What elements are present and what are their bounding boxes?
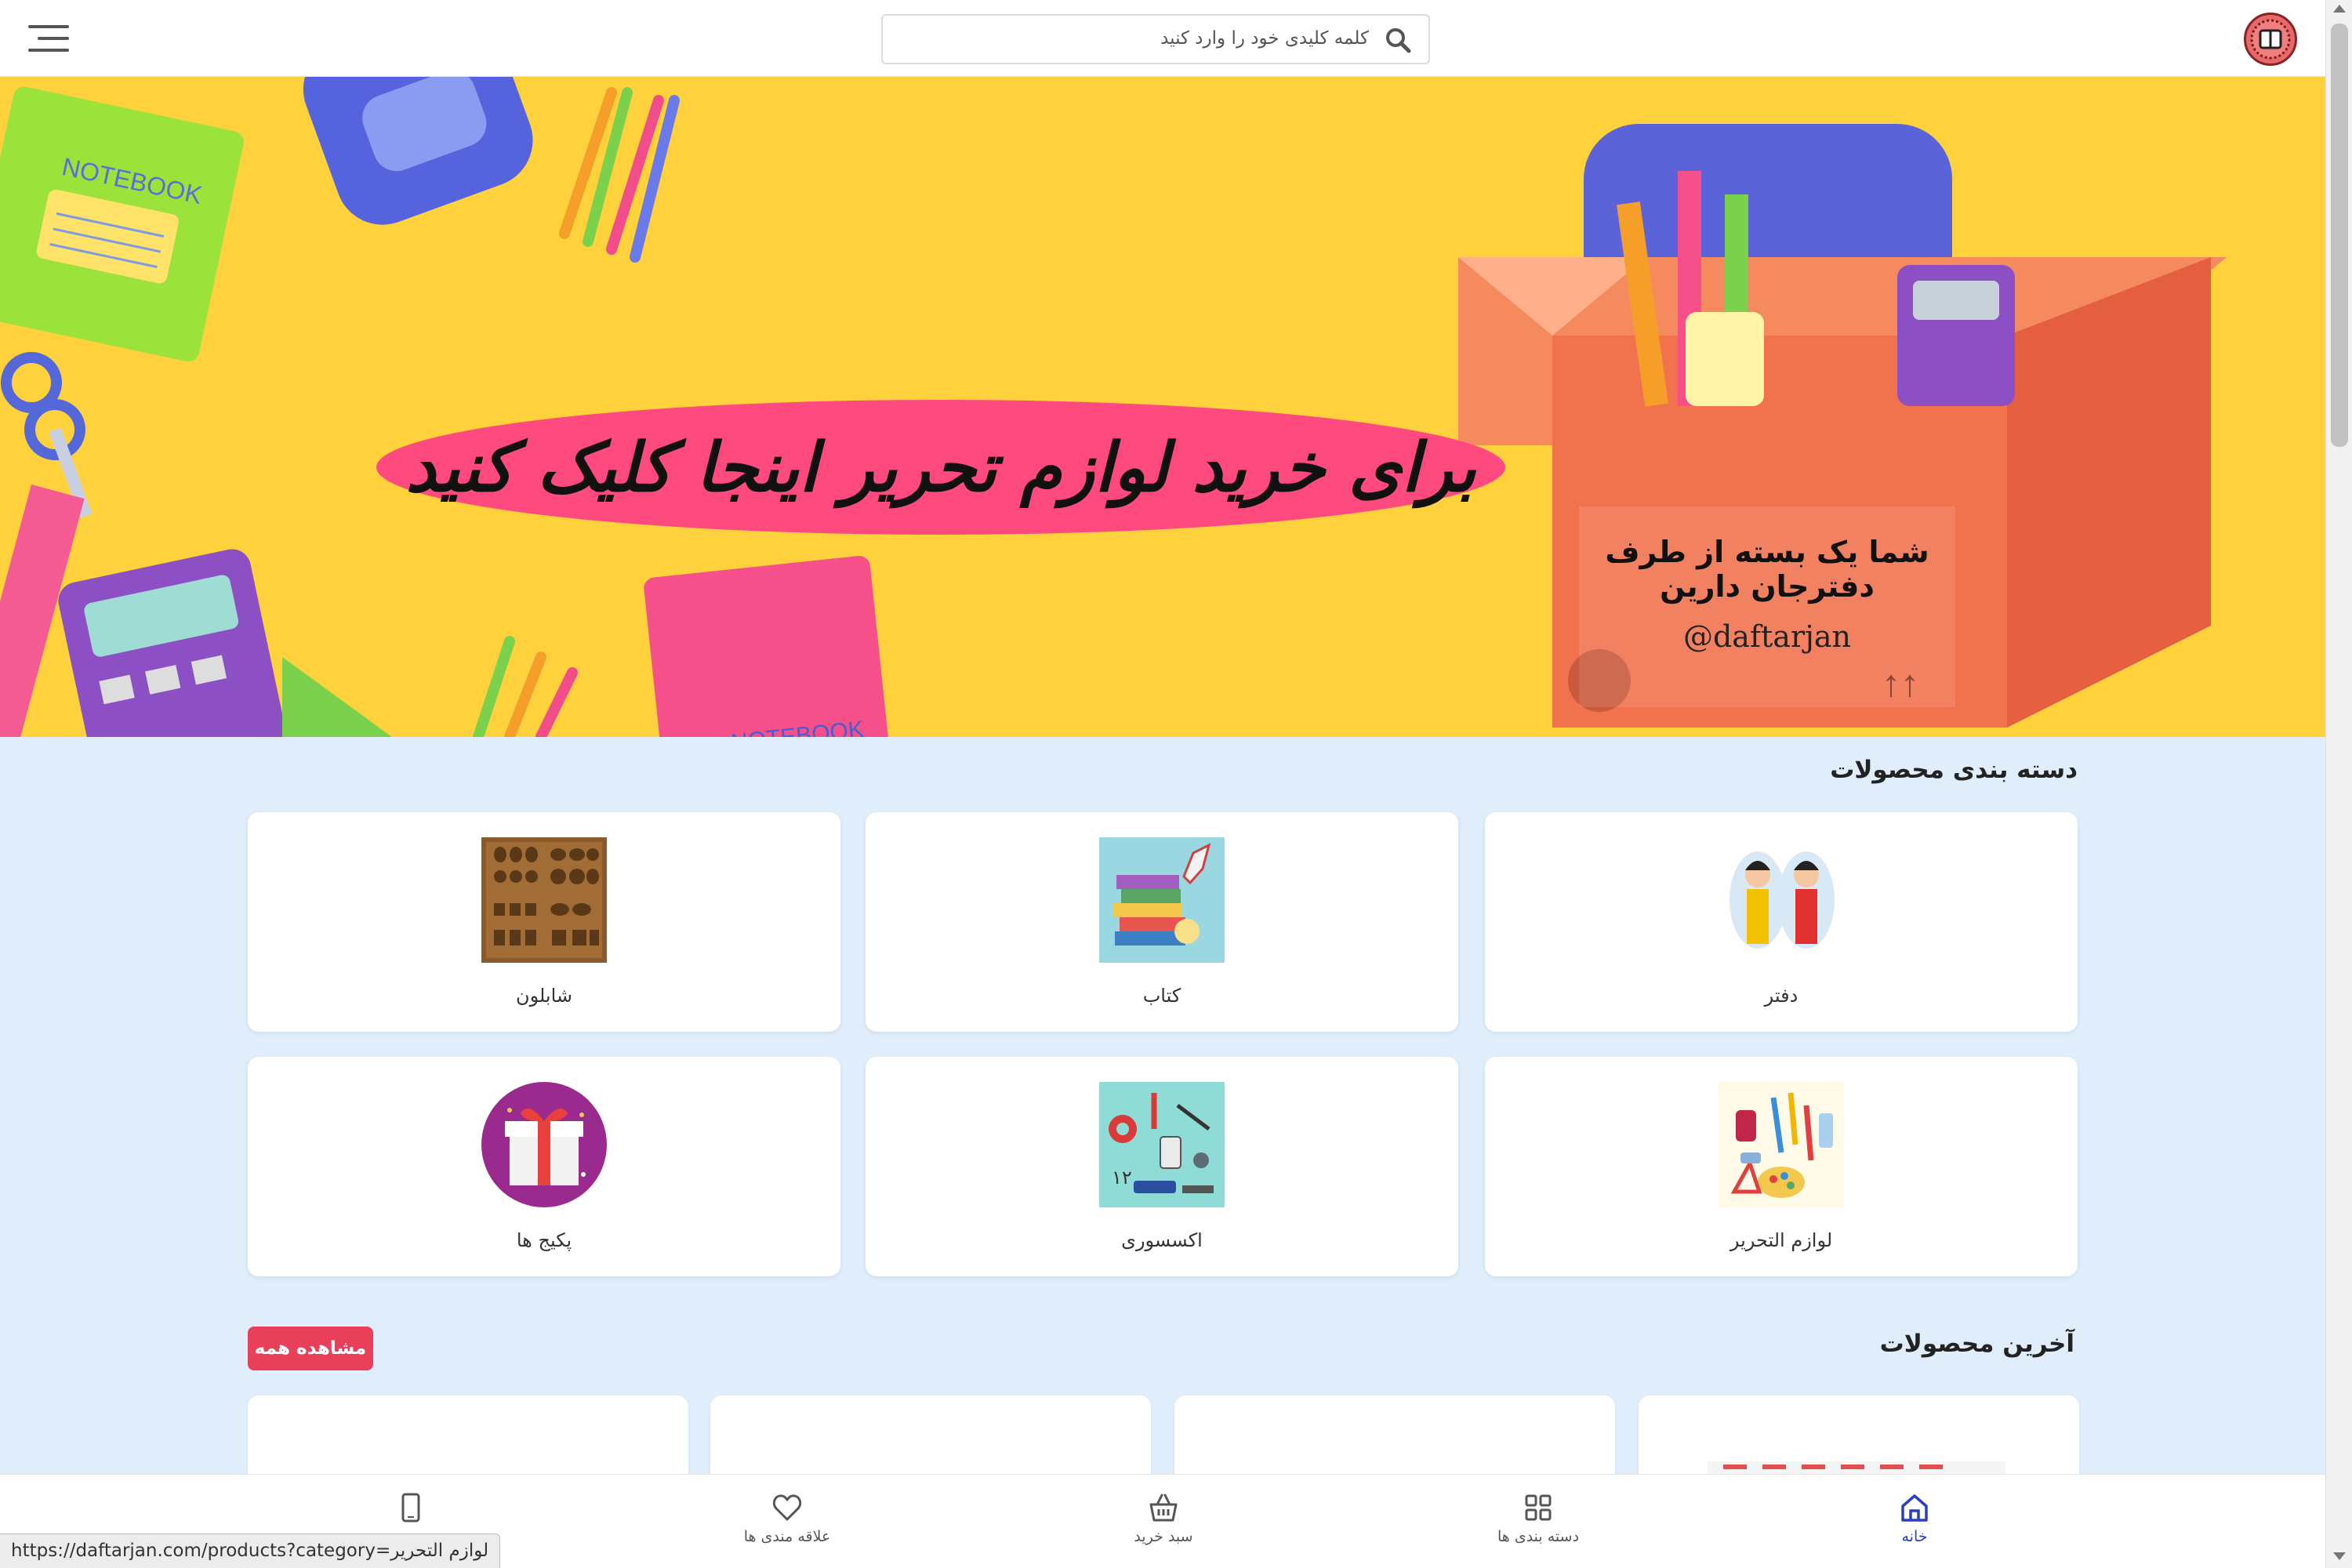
box-label: شما یک بسته از طرف دفترجان دارین @daftar… xyxy=(1579,506,1955,707)
search-placeholder: کلمه کلیدی خود را وارد کنید xyxy=(1160,28,1369,49)
home-icon xyxy=(1901,1494,1928,1522)
nav-home[interactable]: خانه xyxy=(1820,1492,2009,1555)
hamburger-icon[interactable] xyxy=(28,22,69,55)
basket-icon xyxy=(1149,1494,1178,1522)
search-icon[interactable] xyxy=(1385,27,1411,53)
phone-icon xyxy=(401,1493,420,1523)
gift-package-image xyxy=(481,1082,607,1207)
svg-text:۱۲: ۱۲ xyxy=(1112,1167,1132,1189)
latest-title: آخرین محصولات xyxy=(1879,1330,2074,1358)
categories-title: دسته بندی محصولات xyxy=(1830,756,2078,784)
category-card-packages[interactable]: پکیج ها xyxy=(248,1057,840,1276)
category-card-ketab[interactable]: کتاب xyxy=(866,812,1458,1032)
page-scrollbar[interactable] xyxy=(2325,0,2352,1568)
category-label: لوازم التحریر xyxy=(1730,1229,1833,1251)
cta-text[interactable]: برای خرید لوازم تحریر اینجا کلیک کنید xyxy=(376,400,1505,535)
grid-icon xyxy=(1525,1494,1552,1521)
notebook-kids-image xyxy=(1719,837,1844,963)
scroll-down-icon[interactable] xyxy=(2333,1552,2346,1560)
books-rocket-image xyxy=(1099,837,1225,963)
category-card-stationery[interactable]: لوازم التحریر xyxy=(1485,1057,2078,1276)
nav-label: علاقه مندی ها xyxy=(743,1528,831,1545)
heart-icon xyxy=(772,1494,802,1521)
category-card-daftar[interactable]: دفتر xyxy=(1485,812,2078,1032)
top-bar: کلمه کلیدی خود را وارد کنید xyxy=(0,0,2325,77)
stencil-image xyxy=(481,837,607,963)
accessories-image: ۱۲ xyxy=(1099,1082,1225,1207)
category-label: شابلون xyxy=(515,985,573,1007)
nav-label: سبد خرید xyxy=(1134,1528,1193,1545)
nav-categories[interactable]: دسته بندی ها xyxy=(1444,1492,1632,1555)
scrollbar-thumb[interactable] xyxy=(2331,24,2348,447)
box-line1: شما یک بسته از طرف دفترجان دارین xyxy=(1605,535,1929,604)
category-label: پکیج ها xyxy=(516,1229,572,1251)
category-card-shablon[interactable]: شابلون xyxy=(248,812,840,1032)
hero-banner[interactable]: NOTEBOOK NOTEBOOK ↑↑ برای خرید لوازم تحر… xyxy=(0,77,2325,737)
scroll-up-icon[interactable] xyxy=(2333,5,2346,13)
nav-cart[interactable]: سبد خرید xyxy=(1069,1492,1258,1555)
nav-favorites[interactable]: علاقه مندی ها xyxy=(693,1492,881,1555)
status-url: https://daftarjan.com/products?category=… xyxy=(0,1534,501,1568)
see-all-button[interactable]: مشاهده همه xyxy=(248,1327,373,1370)
nav-label: دسته بندی ها xyxy=(1497,1528,1580,1545)
box-line2: @daftarjan xyxy=(1682,619,1852,654)
daftarjan-logo[interactable] xyxy=(2244,13,2297,66)
search-input[interactable]: کلمه کلیدی خود را وارد کنید xyxy=(881,14,1430,64)
nav-label: خانه xyxy=(1901,1528,1928,1545)
stationery-image xyxy=(1719,1082,1844,1207)
category-label: کتاب xyxy=(1142,985,1181,1007)
category-card-accessory[interactable]: ۱۲ اکسسوری xyxy=(866,1057,1458,1276)
category-label: دفتر xyxy=(1764,985,1798,1007)
category-label: اکسسوری xyxy=(1121,1229,1203,1251)
